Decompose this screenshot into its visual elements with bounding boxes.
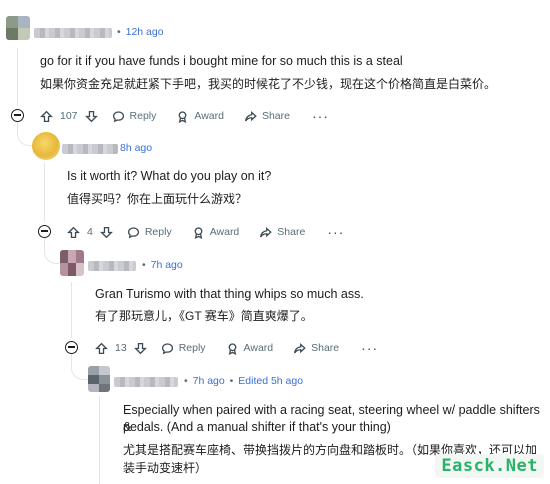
comment-translation: 有了那玩意儿，《GT 赛车》简直爽爆了。 [95,309,313,323]
comment-text: go for it if you have funds i bought min… [40,54,403,68]
award-icon [194,226,203,239]
comment-translation: 如果你资金充足就赶紧下手吧，我买的时候花了不少钱，现在这个价格简直是白菜价。 [40,77,497,91]
reply-icon [161,342,173,354]
avatar[interactable] [6,16,30,40]
avatar[interactable] [60,250,84,276]
avatar[interactable] [32,132,60,160]
award-icon [178,110,187,123]
thread-line-level-3 [71,282,72,338]
edited-label: Edited 5h ago [238,375,304,387]
author-name[interactable] [62,144,118,154]
vote-group: 107 [40,110,98,123]
thread-line-level-4 [99,396,100,484]
comment-translation: 值得买吗？你在上面玩什么游戏？ [67,192,248,206]
reply-button[interactable]: Reply [112,110,156,123]
timestamp[interactable]: 8h ago [120,142,152,154]
award-button[interactable]: Award [176,110,224,123]
comment-meta: • 7h ago • Edited 5h ago [184,375,304,387]
vote-group: 4 [67,226,113,239]
comment-meta: 8h ago [120,142,152,154]
reply-icon [127,226,139,238]
comment-actions: 13 Reply Award Share ··· [95,338,378,358]
thread-line-level-1 [17,48,18,106]
upvote-icon[interactable] [40,110,53,123]
comment-meta: • 7h ago [142,259,183,271]
more-options-button[interactable]: ··· [312,108,329,124]
comment-actions: 4 Reply Award Share ··· [67,222,344,242]
award-button[interactable]: Award [192,226,239,239]
vote-count: 4 [87,226,93,238]
comment-meta: • 12h ago [117,26,164,38]
more-options-button[interactable]: ··· [361,340,378,356]
more-options-button[interactable]: ··· [327,224,344,240]
comment-actions: 107 Reply Award Share ··· [40,106,329,126]
share-icon [260,226,273,237]
reply-icon [112,110,124,122]
share-button[interactable]: Share [244,110,290,123]
award-button[interactable]: Award [226,342,273,355]
downvote-icon[interactable] [133,342,147,355]
author-name[interactable] [34,28,112,38]
downvote-icon[interactable] [99,226,113,239]
collapse-thread-button[interactable] [65,341,78,354]
timestamp[interactable]: 7h ago [151,259,183,271]
comment-text: pedals. (And a manual shifter if that's … [123,420,391,434]
upvote-icon[interactable] [67,226,80,239]
timestamp[interactable]: 12h ago [126,26,164,38]
vote-count: 13 [115,342,127,354]
collapse-thread-button[interactable] [38,225,51,238]
collapse-thread-button[interactable] [11,109,24,122]
share-icon [294,342,306,353]
thread-elbow-level-4 [71,354,89,380]
thread-line-level-2 [44,162,45,222]
vote-count: 107 [60,110,78,122]
vote-group: 13 [95,342,147,355]
award-icon [228,342,236,355]
comment-translation: 装手动变速杆） [123,461,208,475]
downvote-icon[interactable] [84,110,98,123]
watermark-logo: Easck.Net [435,454,544,478]
author-name[interactable] [114,377,178,387]
comment-text: Is it worth it? What do you play on it? [67,169,272,183]
share-icon [244,110,257,121]
timestamp[interactable]: 7h ago [193,375,225,387]
author-name[interactable] [88,261,136,271]
reply-button[interactable]: Reply [161,342,206,355]
comment-text: Gran Turismo with that thing whips so mu… [95,287,364,301]
share-button[interactable]: Share [259,226,305,239]
share-button[interactable]: Share [293,342,339,355]
reply-button[interactable]: Reply [127,226,172,239]
avatar[interactable] [88,366,110,392]
upvote-icon[interactable] [95,342,108,355]
